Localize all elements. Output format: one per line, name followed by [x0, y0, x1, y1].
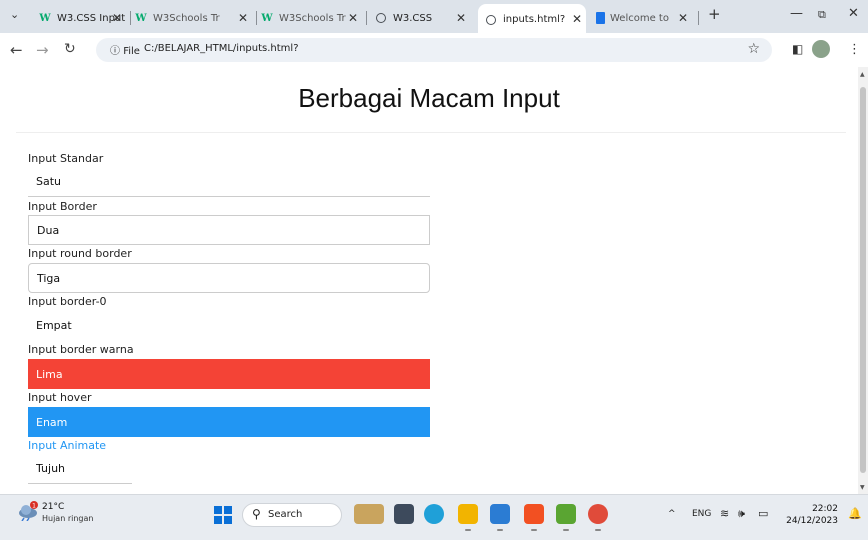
tab-welcome[interactable]: Welcome to ✕	[596, 6, 692, 30]
notification-bell-icon[interactable]: 🔔	[848, 507, 862, 520]
tab-w3schools-1[interactable]: W W3Schools Tr ✕	[134, 6, 252, 30]
tab-title: W3Schools Tr	[279, 12, 346, 24]
tab-title: W3.CSS	[393, 12, 433, 24]
weather-desc: Hujan ringan	[42, 514, 94, 523]
widget-scene-icon[interactable]	[354, 504, 384, 524]
input-border-0[interactable]	[28, 310, 430, 340]
close-icon[interactable]: ✕	[348, 11, 358, 25]
restore-icon[interactable]: ⧉	[818, 8, 826, 22]
clock-time: 22:02	[812, 504, 838, 514]
document-icon	[596, 12, 605, 24]
word-icon[interactable]	[490, 504, 510, 531]
chrome-icon[interactable]	[588, 504, 608, 531]
reload-icon[interactable]: ↻	[64, 41, 76, 57]
scroll-down-icon[interactable]: ▼	[860, 484, 865, 491]
tray-chevron-icon[interactable]: ^	[668, 509, 676, 519]
input-border-warna[interactable]	[28, 359, 430, 389]
address-url[interactable]: C:/BELAJAR_HTML/inputs.html?	[144, 43, 299, 54]
xampp-icon[interactable]	[524, 504, 544, 531]
taskbar-clock[interactable]: 22:02 24/12/2023	[786, 503, 838, 527]
input-standar[interactable]	[28, 167, 430, 197]
file-explorer-icon[interactable]	[458, 504, 478, 531]
close-icon[interactable]: ✕	[456, 11, 466, 25]
volume-icon[interactable]: 🕪	[738, 507, 745, 521]
input-border[interactable]	[28, 215, 430, 245]
input-round-border[interactable]	[28, 263, 430, 293]
bookmark-star-icon[interactable]: ☆	[747, 41, 760, 57]
wifi-icon[interactable]: ≋	[720, 507, 729, 520]
windows-start-icon[interactable]	[214, 506, 232, 524]
sidebar-panel-icon[interactable]: ◧	[792, 42, 803, 56]
tab-w3css-input[interactable]: W W3.CSS Input ✕	[38, 6, 126, 30]
minimize-icon[interactable]: —	[790, 6, 803, 21]
tab-search-chevron-icon[interactable]: ⌄	[10, 8, 19, 21]
close-icon[interactable]: ✕	[572, 12, 582, 26]
windows-taskbar: 1 21°C Hujan ringan ⚲ Search ^ ENG ≋ 🕪 ▭…	[0, 494, 868, 540]
tab-title: W3Schools Tr	[153, 12, 220, 24]
page-scrollbar[interactable]: ▲ ▼	[858, 67, 868, 494]
page-title: Berbagai Macam Input	[298, 83, 560, 113]
tab-inputs-active[interactable]: inputs.html? ✕	[478, 4, 586, 33]
input-animate[interactable]	[28, 454, 132, 484]
clock-date: 24/12/2023	[786, 516, 838, 526]
w3schools-logo-icon: W	[135, 12, 147, 24]
edge-icon[interactable]	[424, 504, 444, 524]
scrollbar-thumb[interactable]	[860, 87, 866, 473]
info-icon[interactable]: ⓘ File	[110, 42, 140, 57]
w3schools-logo-icon: W	[261, 12, 273, 24]
scroll-up-icon[interactable]: ▲	[860, 71, 865, 78]
address-bar[interactable]: ⓘ File C:/BELAJAR_HTML/inputs.html? ☆	[96, 38, 772, 62]
close-icon[interactable]: ✕	[678, 11, 688, 25]
weather-rain-cloud-icon[interactable]: 1	[16, 501, 38, 522]
label-input-animate: Input Animate	[28, 439, 107, 452]
tab-title: Welcome to	[610, 12, 669, 24]
battery-icon[interactable]: ▭	[758, 507, 768, 520]
weather-badge: 1	[32, 503, 36, 510]
globe-icon	[374, 11, 388, 25]
browser-toolbar: ← → ↻ ⓘ File C:/BELAJAR_HTML/inputs.html…	[0, 33, 868, 67]
window-close-icon[interactable]: ✕	[848, 6, 859, 21]
tab-title: inputs.html?	[503, 14, 566, 25]
language-indicator[interactable]: ENG	[692, 509, 711, 519]
back-arrow-icon[interactable]: ←	[10, 41, 23, 59]
address-scheme-label: File	[123, 46, 140, 57]
profile-avatar[interactable]	[812, 40, 830, 58]
label-input-standar: Input Standar	[28, 152, 104, 165]
search-icon: ⚲	[252, 507, 261, 521]
weather-temp: 21°C	[42, 502, 65, 512]
label-input-border: Input Border	[28, 200, 97, 213]
label-input-hover: Input hover	[28, 391, 92, 404]
notepad-icon[interactable]	[556, 504, 576, 531]
browser-tab-strip: ⌄ W W3.CSS Input ✕ W W3Schools Tr ✕ W W3…	[0, 0, 868, 33]
tab-w3schools-2[interactable]: W W3Schools Tr ✕	[260, 6, 362, 30]
page-content: Berbagai Macam Input Input Standar Input…	[0, 67, 858, 494]
close-icon[interactable]: ✕	[238, 11, 248, 25]
new-tab-button[interactable]: +	[708, 5, 721, 23]
globe-icon	[484, 13, 498, 27]
close-icon[interactable]: ✕	[112, 11, 122, 25]
taskbar-search-label: Search	[268, 509, 303, 520]
menu-kebab-icon[interactable]: ⋮	[848, 42, 861, 57]
input-hover[interactable]	[28, 407, 430, 437]
divider	[16, 132, 846, 133]
forward-arrow-icon[interactable]: →	[36, 41, 49, 59]
label-input-border-0: Input border-0	[28, 295, 107, 308]
label-input-border-warna: Input border warna	[28, 343, 134, 356]
w3schools-logo-icon: W	[39, 12, 51, 24]
taskbar-search[interactable]: ⚲ Search	[242, 503, 342, 527]
label-input-round-border: Input round border	[28, 247, 132, 260]
tab-w3css[interactable]: W3.CSS ✕	[374, 6, 470, 30]
task-view-icon[interactable]	[394, 504, 414, 524]
